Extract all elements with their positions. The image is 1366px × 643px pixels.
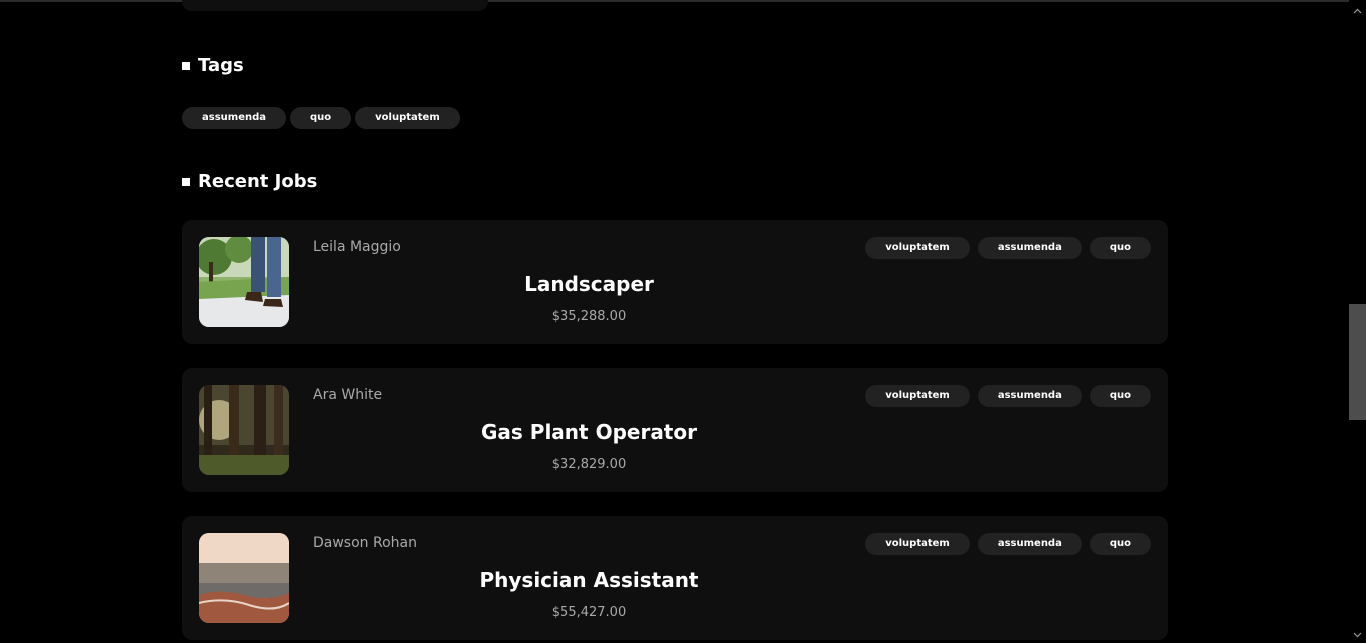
job-company: Leila Maggio: [313, 239, 401, 255]
beach-waves-photo: [199, 533, 289, 623]
recent-jobs-heading: Recent Jobs: [182, 171, 317, 192]
job-tag-voluptatem[interactable]: voluptatem: [865, 533, 970, 555]
page: Tags assumenda quo voluptatem Recent Job…: [0, 0, 1349, 643]
job-tag-list: voluptatem assumenda quo: [865, 237, 1151, 259]
square-bullet-icon: [182, 177, 190, 186]
tag-list: assumenda quo voluptatem: [182, 107, 460, 129]
tags-heading: Tags: [182, 55, 244, 76]
job-tag-voluptatem[interactable]: voluptatem: [865, 385, 970, 407]
job-tag-voluptatem[interactable]: voluptatem: [865, 237, 970, 259]
vertical-scrollbar[interactable]: [1349, 0, 1366, 643]
chevron-up-icon[interactable]: [1349, 2, 1366, 19]
job-tag-list: voluptatem assumenda quo: [865, 533, 1151, 555]
chevron-down-icon[interactable]: [1349, 626, 1366, 643]
walking-person-park-photo: [199, 237, 289, 327]
tags-heading-text: Tags: [198, 55, 244, 76]
job-title[interactable]: Physician Assistant: [313, 568, 865, 592]
job-thumbnail[interactable]: [199, 237, 289, 327]
job-card[interactable]: Ara White Gas Plant Operator $32,829.00 …: [182, 368, 1168, 492]
job-salary: $35,288.00: [551, 309, 627, 324]
job-card[interactable]: Leila Maggio Landscaper $35,288.00 volup…: [182, 220, 1168, 344]
tag-quo[interactable]: quo: [290, 107, 352, 129]
job-company: Ara White: [313, 387, 383, 403]
scrollbar-thumb[interactable]: [1349, 304, 1366, 420]
job-title[interactable]: Gas Plant Operator: [313, 420, 865, 444]
job-company: Dawson Rohan: [313, 535, 417, 551]
tag-assumenda[interactable]: assumenda: [182, 107, 286, 129]
job-salary: $32,829.00: [551, 457, 627, 472]
job-tag-quo[interactable]: quo: [1089, 385, 1151, 407]
job-tag-assumenda[interactable]: assumenda: [977, 237, 1082, 259]
square-bullet-icon: [182, 61, 190, 70]
previous-card: [182, 0, 488, 11]
job-salary: $55,427.00: [551, 605, 627, 620]
job-tag-list: voluptatem assumenda quo: [865, 385, 1151, 407]
job-thumbnail[interactable]: [199, 385, 289, 475]
job-tag-quo[interactable]: quo: [1089, 533, 1151, 555]
tag-voluptatem[interactable]: voluptatem: [355, 107, 460, 129]
job-tag-assumenda[interactable]: assumenda: [977, 533, 1082, 555]
job-tag-assumenda[interactable]: assumenda: [977, 385, 1082, 407]
job-thumbnail[interactable]: [199, 533, 289, 623]
forest-sunlight-photo: [199, 385, 289, 475]
recent-jobs-heading-text: Recent Jobs: [198, 171, 318, 192]
job-card[interactable]: Dawson Rohan Physician Assistant $55,427…: [182, 516, 1168, 640]
job-title[interactable]: Landscaper: [313, 272, 865, 296]
job-tag-quo[interactable]: quo: [1089, 237, 1151, 259]
